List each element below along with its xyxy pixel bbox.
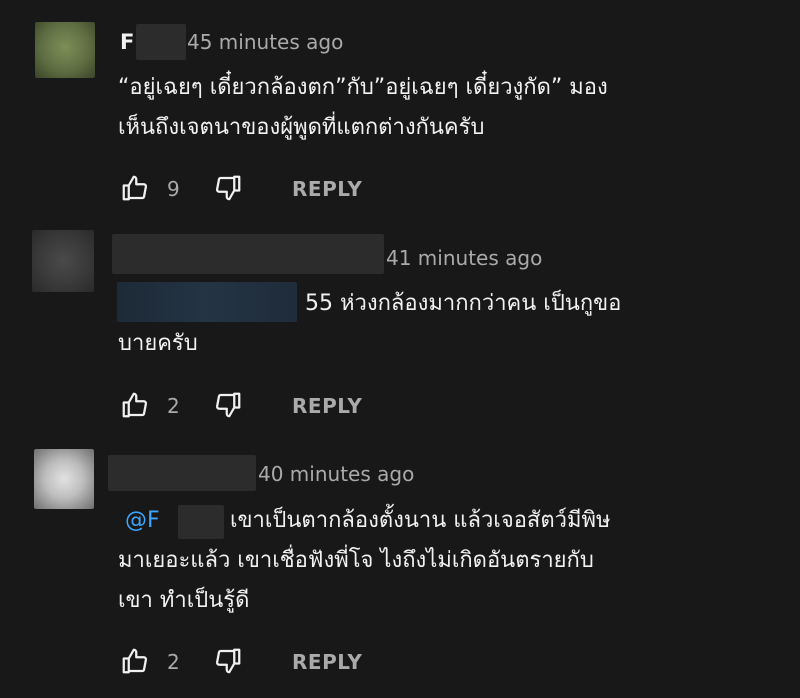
thumbs-down-icon (215, 175, 241, 201)
comment-timestamp[interactable]: 41 minutes ago (386, 246, 542, 270)
thumbs-up-icon (122, 175, 148, 201)
reply-button[interactable]: REPLY (292, 394, 362, 418)
comment-text-line: “อยู่เฉยๆ เดี๋ยวกล้องตก”กับ”อยู่เฉยๆ เดี… (118, 75, 608, 100)
comment-text-line: เขาเป็นตากล้องตั้งนาน แล้วเจอสัตว์มีพิษ (230, 508, 611, 533)
dislike-button[interactable] (213, 390, 243, 420)
comment-text-line: มาเยอะแล้ว เขาเชื่อฟังพี่โจ ไงถึงไม่เกิด… (118, 548, 594, 573)
like-count: 2 (167, 394, 180, 418)
thumbs-down-icon (215, 648, 241, 674)
reply-button[interactable]: REPLY (292, 177, 362, 201)
comment-timestamp[interactable]: 40 minutes ago (258, 462, 414, 486)
comment-text-line: บายครับ (118, 331, 198, 356)
like-button[interactable] (120, 646, 150, 676)
dislike-button[interactable] (213, 646, 243, 676)
thumbs-up-icon (122, 392, 148, 418)
avatar[interactable] (32, 230, 94, 292)
redacted-mention (117, 282, 297, 322)
comment-author[interactable]: F (120, 30, 134, 54)
comment-2: 41 minutes ago 55 ห่วงกล้องมากกว่าคน เป็… (0, 222, 800, 447)
redacted-author-name (108, 455, 256, 491)
redacted-mention (178, 505, 224, 539)
comment-text-line: เห็นถึงเจตนาของผู้พูดที่แตกต่างกันครับ (118, 115, 485, 140)
like-count: 2 (167, 650, 180, 674)
comment-text-line: เขา ทำเป็นรู้ดี (118, 588, 250, 613)
like-count: 9 (167, 177, 180, 201)
like-button[interactable] (120, 173, 150, 203)
comment-3: 40 minutes ago @F เขาเป็นตากล้องตั้งนาน … (0, 447, 800, 698)
redacted-author-name (112, 234, 384, 274)
thumbs-down-icon (215, 392, 241, 418)
thumbs-up-icon (122, 648, 148, 674)
comment-text-line: 55 ห่วงกล้องมากกว่าคน เป็นกูขอ (305, 291, 622, 316)
like-button[interactable] (120, 390, 150, 420)
dislike-button[interactable] (213, 173, 243, 203)
comment-timestamp[interactable]: 45 minutes ago (187, 30, 343, 54)
mention-link[interactable]: @F (125, 501, 160, 541)
avatar[interactable] (34, 449, 94, 509)
comment-1: F 45 minutes ago “อยู่เฉยๆ เดี๋ยวกล้องตก… (0, 0, 800, 222)
avatar[interactable] (35, 22, 95, 78)
reply-button[interactable]: REPLY (292, 650, 362, 674)
redacted-author-name (136, 24, 186, 60)
